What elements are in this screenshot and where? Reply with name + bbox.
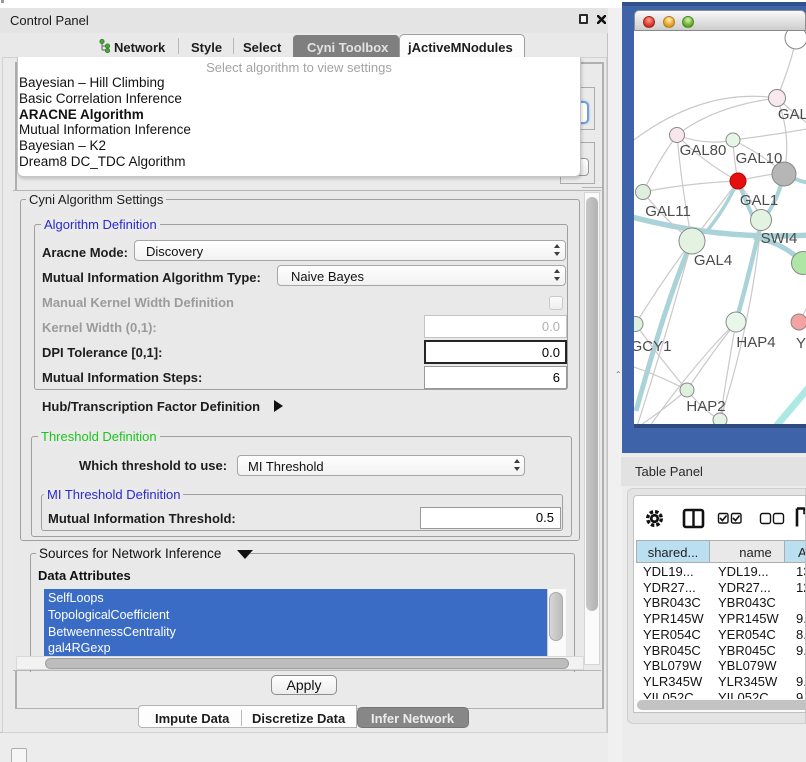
svg-text:HAP2: HAP2 (686, 398, 725, 415)
svg-text:GAL10: GAL10 (736, 150, 783, 167)
svg-text:HAP4: HAP4 (736, 334, 775, 351)
svg-text:SWI4: SWI4 (761, 230, 798, 247)
svg-text:YE: YE (796, 335, 806, 352)
svg-text:GAL2: GAL2 (778, 106, 806, 123)
svg-text:GAL11: GAL11 (645, 203, 691, 220)
svg-text:GAL80: GAL80 (680, 142, 727, 159)
svg-text:GCY1: GCY1 (634, 338, 671, 355)
svg-text:GAL1: GAL1 (740, 192, 778, 209)
svg-text:GAL4: GAL4 (694, 252, 732, 269)
